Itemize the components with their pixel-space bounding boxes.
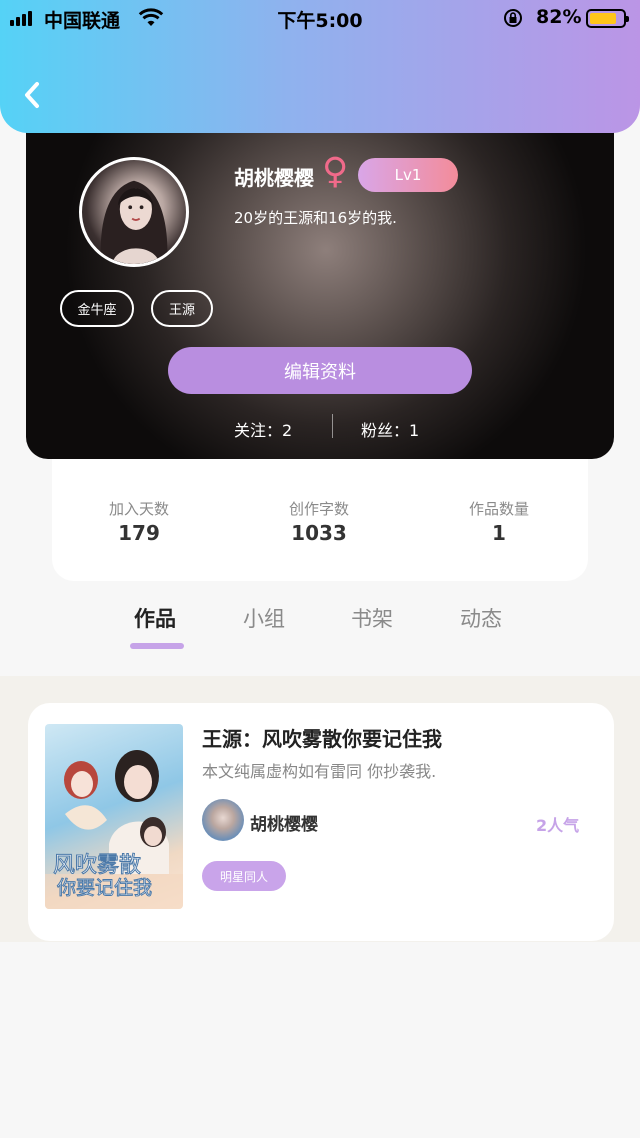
popularity-count: 2人气 bbox=[536, 816, 580, 835]
profile-name: 胡桃樱樱 bbox=[234, 166, 314, 190]
divider bbox=[332, 414, 333, 438]
status-bar: 中国联通 下午5:00 82% bbox=[0, 0, 640, 38]
work-cover-image[interactable]: 风吹雾散 你要记住我 bbox=[45, 724, 183, 909]
category-tag[interactable]: 明星同人 bbox=[202, 861, 286, 891]
edit-profile-button[interactable]: 编辑资料 bbox=[168, 347, 472, 394]
rotation-lock-icon bbox=[502, 6, 524, 35]
followers-count[interactable]: 粉丝：1 bbox=[361, 417, 419, 441]
chevron-left-icon[interactable] bbox=[18, 78, 48, 112]
tab-works[interactable]: 作品 bbox=[134, 603, 176, 633]
stat-value: 1 bbox=[492, 521, 506, 545]
battery-percent: 82% bbox=[536, 6, 582, 28]
tab-bookshelf[interactable]: 书架 bbox=[351, 603, 393, 633]
avatar[interactable] bbox=[79, 157, 189, 267]
cover-title-line2: 你要记住我 bbox=[57, 877, 152, 899]
work-description: 本文纯属虚构如有雷同 你抄袭我. bbox=[202, 762, 437, 781]
header-bar: 中国联通 下午5:00 82% bbox=[0, 0, 640, 133]
stats-card: 加入天数 179 创作字数 1033 作品数量 1 bbox=[52, 440, 588, 581]
profile-bio: 20岁的王源和16岁的我. bbox=[234, 209, 397, 227]
following-count[interactable]: 关注：2 bbox=[234, 417, 292, 441]
female-icon: ♀ bbox=[322, 151, 349, 192]
author-name: 胡桃樱樱 bbox=[250, 815, 318, 835]
work-title[interactable]: 王源：风吹雾散你要记住我 bbox=[202, 723, 442, 752]
tab-activity[interactable]: 动态 bbox=[460, 603, 502, 633]
tab-bar: 作品 小组 书架 动态 bbox=[0, 603, 640, 653]
tab-indicator bbox=[130, 643, 184, 649]
profile-card: 胡桃樱樱 ♀ Lv1 20岁的王源和16岁的我. 金牛座 王源 编辑资料 关注：… bbox=[26, 100, 614, 459]
stat-works-count: 作品数量 1 bbox=[439, 498, 559, 545]
battery-icon bbox=[586, 9, 629, 28]
author-avatar bbox=[202, 799, 244, 841]
profile-tag[interactable]: 金牛座 bbox=[60, 290, 134, 327]
stat-join-days: 加入天数 179 bbox=[79, 498, 199, 545]
stat-label: 创作字数 bbox=[288, 500, 349, 518]
stat-label: 加入天数 bbox=[108, 500, 169, 518]
work-card[interactable]: 风吹雾散 你要记住我 王源：风吹雾散你要记住我 本文纯属虚构如有雷同 你抄袭我.… bbox=[28, 703, 614, 941]
stat-value: 1033 bbox=[291, 521, 347, 545]
level-badge: Lv1 bbox=[358, 158, 458, 192]
tab-groups[interactable]: 小组 bbox=[243, 603, 285, 633]
cover-title-line1: 风吹雾散 bbox=[53, 853, 141, 878]
stat-word-count: 创作字数 1033 bbox=[259, 498, 379, 545]
profile-tag[interactable]: 王源 bbox=[151, 290, 213, 327]
stat-value: 179 bbox=[118, 521, 160, 545]
stat-label: 作品数量 bbox=[468, 500, 529, 518]
